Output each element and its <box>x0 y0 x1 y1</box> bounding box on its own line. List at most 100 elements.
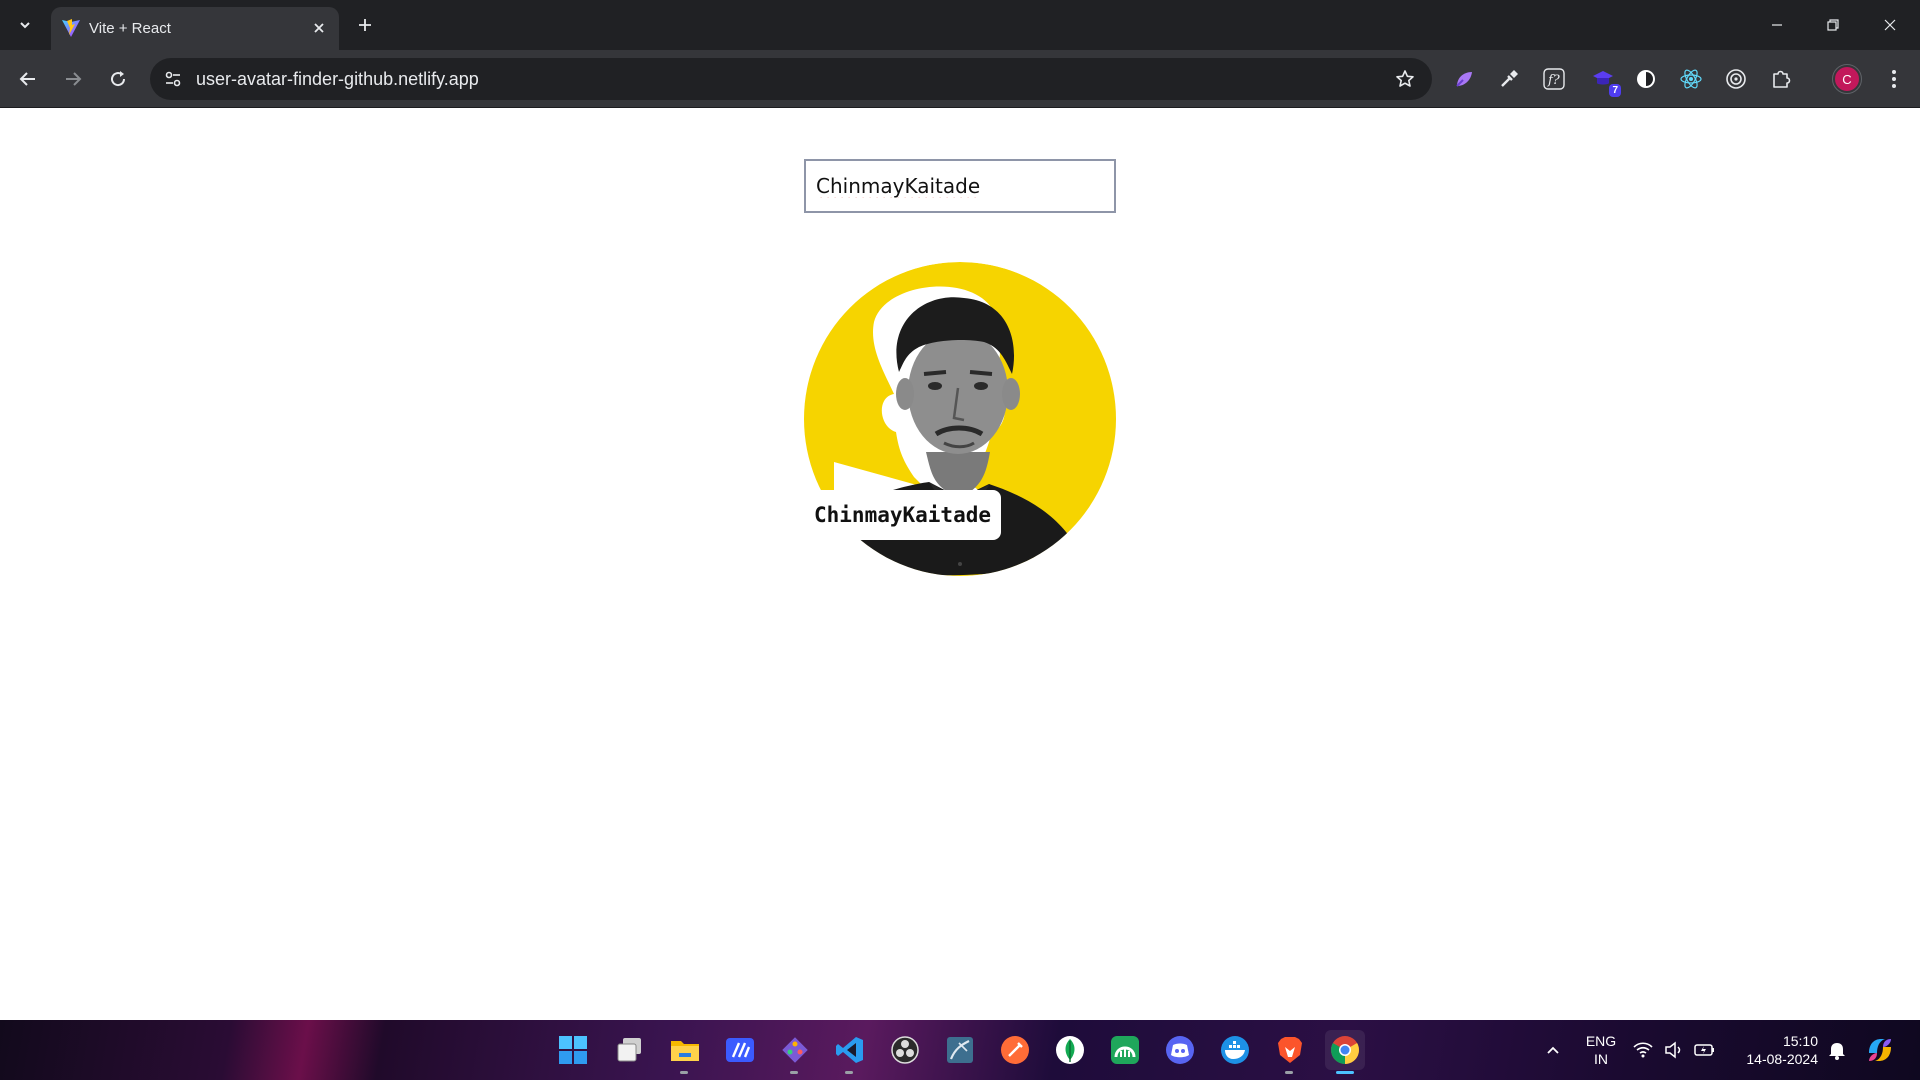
browser-tab[interactable]: Vite + React <box>51 7 339 50</box>
minimize-button[interactable] <box>1764 12 1790 38</box>
close-window-button[interactable] <box>1877 12 1903 38</box>
task-view-icon <box>617 1038 641 1062</box>
minimize-icon <box>1772 24 1782 26</box>
extension-1[interactable] <box>1450 65 1478 93</box>
clock[interactable]: 15:10 14-08-2024 <box>1730 1032 1818 1068</box>
speaker-icon <box>1665 1041 1681 1059</box>
extension-6[interactable] <box>1677 65 1705 93</box>
vscode-icon <box>836 1037 863 1063</box>
avatar-card: ChinmayKaitade <box>804 262 1116 576</box>
mysql-workbench-button[interactable] <box>940 1030 980 1070</box>
site-info-button[interactable] <box>160 66 186 92</box>
git-tool-button[interactable] <box>775 1030 815 1074</box>
task-view-button[interactable] <box>610 1030 650 1070</box>
input-language-indicator[interactable]: ENG IN <box>1578 1032 1624 1068</box>
extensions-menu-button[interactable] <box>1767 65 1795 93</box>
plus-icon <box>359 19 371 31</box>
extension-5[interactable] <box>1632 65 1660 93</box>
back-button[interactable] <box>14 65 42 93</box>
running-indicator <box>845 1071 853 1074</box>
paint-drop-icon <box>1456 72 1472 87</box>
postman-icon <box>1001 1036 1029 1064</box>
vs-code-button[interactable] <box>830 1030 870 1074</box>
target-icon <box>1726 69 1746 89</box>
new-tab-button[interactable] <box>352 12 378 38</box>
puzzle-icon <box>1773 70 1791 88</box>
react-icon <box>1680 69 1702 89</box>
language-text: ENG <box>1585 1033 1617 1049</box>
arrow-right-icon <box>66 72 82 86</box>
gitkraken-button[interactable] <box>1105 1030 1145 1070</box>
discord-icon <box>1166 1036 1194 1064</box>
obs-studio-button[interactable] <box>885 1030 925 1070</box>
code-editor-icon <box>726 1038 754 1062</box>
discord-button[interactable] <box>1160 1030 1200 1070</box>
running-indicator <box>1285 1071 1293 1074</box>
mongodb-compass-button[interactable] <box>1050 1030 1090 1070</box>
git-diamond-icon <box>782 1037 808 1063</box>
tab-search-button[interactable] <box>12 12 38 38</box>
copilot-button[interactable] <box>1860 1030 1900 1070</box>
extension-2[interactable] <box>1495 65 1523 93</box>
close-icon <box>1884 19 1896 31</box>
start-button[interactable] <box>553 1030 593 1070</box>
notifications-button[interactable] <box>1822 1030 1852 1070</box>
close-tab-button[interactable] <box>309 18 329 38</box>
volume-status[interactable] <box>1659 1030 1689 1070</box>
arrow-left-icon <box>19 72 35 86</box>
battery-charging-icon <box>1694 1044 1714 1056</box>
wifi-status[interactable] <box>1628 1030 1658 1070</box>
chrome-button[interactable] <box>1325 1030 1365 1074</box>
username-search-input[interactable] <box>804 159 1116 213</box>
show-hidden-icons-button[interactable] <box>1533 1030 1573 1070</box>
copilot-icon <box>1869 1039 1891 1061</box>
brave-lion-icon <box>1278 1037 1302 1063</box>
username-label: ChinmayKaitade <box>804 490 1002 540</box>
reload-button[interactable] <box>104 65 132 93</box>
bookmark-button[interactable] <box>1392 66 1418 92</box>
clock-time: 15:10 <box>1782 1033 1818 1049</box>
close-icon <box>314 23 324 33</box>
wifi-icon <box>1633 1042 1653 1058</box>
reload-icon <box>111 71 126 87</box>
extension-4[interactable]: 7 <box>1589 65 1621 97</box>
leaf-icon <box>1056 1036 1084 1064</box>
windows-taskbar: ENG IN 15:10 14-08-2024 <box>0 1020 1920 1080</box>
docker-button[interactable] <box>1215 1030 1255 1070</box>
running-indicator <box>790 1071 798 1074</box>
tab-title: Vite + React <box>89 20 171 37</box>
half-circle-icon <box>1637 70 1655 88</box>
url-text[interactable]: user-avatar-finder-github.netlify.app <box>196 69 479 90</box>
windows-logo-icon <box>559 1036 587 1064</box>
clock-date: 14-08-2024 <box>1746 1051 1818 1067</box>
profile-avatar-button[interactable]: C <box>1832 64 1862 94</box>
file-explorer-button[interactable] <box>665 1030 705 1074</box>
windsurf-editor-button[interactable] <box>720 1030 760 1070</box>
battery-status[interactable] <box>1690 1030 1720 1070</box>
chevron-down-icon <box>20 22 30 29</box>
brave-button[interactable] <box>1270 1030 1310 1074</box>
vite-logo-icon <box>62 19 80 37</box>
extension-badge: 7 <box>1609 84 1621 97</box>
address-bar[interactable]: user-avatar-finder-github.netlify.app <box>150 58 1432 100</box>
star-icon <box>1396 70 1414 87</box>
extension-3[interactable]: f? <box>1540 65 1568 93</box>
region-text: IN <box>1594 1051 1608 1067</box>
tune-icon <box>165 71 181 87</box>
bell-icon <box>1829 1043 1845 1060</box>
postman-button[interactable] <box>995 1030 1035 1070</box>
active-indicator <box>1336 1071 1354 1074</box>
restore-icon <box>1827 19 1839 31</box>
obs-icon <box>891 1036 919 1064</box>
database-tool-icon <box>947 1037 973 1063</box>
font-question-icon: f? <box>1543 68 1565 90</box>
restore-button[interactable] <box>1820 12 1846 38</box>
chrome-menu-button[interactable] <box>1880 65 1908 93</box>
extension-7[interactable] <box>1722 65 1750 93</box>
eyedropper-icon <box>1501 70 1518 87</box>
folder-icon <box>671 1041 699 1061</box>
chevron-up-icon <box>1547 1046 1559 1054</box>
svg-text:f?: f? <box>1547 73 1561 88</box>
docker-icon <box>1221 1036 1249 1064</box>
forward-button[interactable] <box>59 65 87 93</box>
